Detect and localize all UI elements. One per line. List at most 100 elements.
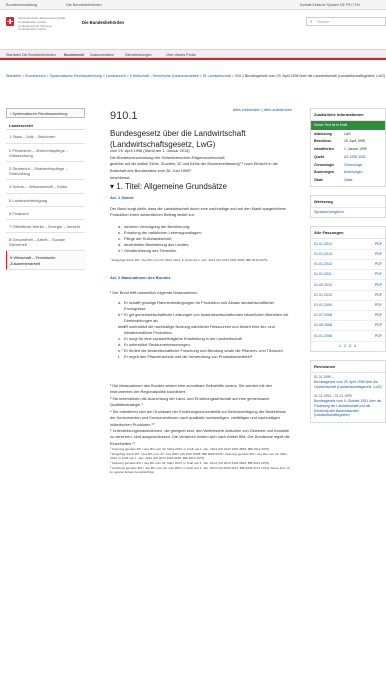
sidebar-item-6[interactable]: 6 Finanzen — [6, 207, 85, 220]
nav-bundesrecht[interactable]: Bundesrecht — [64, 53, 84, 58]
version-date[interactable]: 01.06.2008 — [314, 323, 332, 328]
version-row[interactable]: 01.01.2010 PDF — [311, 291, 385, 301]
info-link[interactable]: Änderungen — [344, 170, 382, 175]
pdf-link[interactable]: PDF — [375, 293, 382, 298]
breadcrumb-item[interactable]: 91 Landwirtschaft — [203, 74, 231, 78]
list-key: f. — [118, 354, 121, 360]
version-date[interactable]: 01.01.2012 — [314, 262, 332, 267]
info-row: Beschluss 29. April 1998 — [311, 138, 385, 146]
law-preamble: vom 29. April 1998 (Stand am 1. Januar 2… — [110, 148, 292, 181]
version-row[interactable]: 01.01.2011 PDF — [311, 270, 385, 281]
version-row[interactable]: 01.01.2008 PDF — [311, 331, 385, 342]
breadcrumb-item[interactable]: Landesrecht — [106, 74, 126, 78]
swiss-flag-logo[interactable] — [6, 17, 14, 26]
nav-ueber-portal[interactable]: Über dieses Portal — [166, 53, 196, 58]
search-placeholder: Search — [317, 20, 330, 25]
pdf-link[interactable]: PDF — [375, 334, 382, 339]
pdf-link[interactable]: PDF — [375, 313, 382, 318]
version-row[interactable]: 01.01.2013 PDF — [311, 250, 385, 260]
status-badge: Dieser Text ist in Kraft. — [311, 121, 385, 130]
law-date: vom 29. April 1998 (Stand am 1. Januar 2… — [110, 148, 190, 153]
sidebar-item-2[interactable]: 2 Privatrecht – Zivilrechtspflege – Voll… — [6, 144, 85, 162]
version-date[interactable]: 01.01.2010 — [314, 293, 332, 298]
nav-dokumentation[interactable]: Dokumentation — [90, 53, 114, 58]
breadcrumb-item[interactable]: Startseite — [6, 74, 21, 78]
nav-bundesbehoerden[interactable]: Die Bundesbehörden — [22, 53, 56, 58]
pdf-link[interactable]: PDF — [375, 242, 382, 247]
version-row[interactable]: 01.01.2014 PDF — [311, 239, 385, 250]
top-utility-bar: Bundesverwaltung Die Bundesbehörden Kont… — [0, 0, 386, 10]
version-row[interactable]: 01.07.2008 PDF — [311, 311, 385, 322]
sidebar-heading: Landesrecht — [6, 121, 85, 131]
breadcrumb-item[interactable]: Bundesrecht — [25, 74, 45, 78]
version-date[interactable]: 01.01.2011 — [314, 272, 332, 277]
info-value: 1. Januar 1999 — [344, 147, 367, 152]
info-key: Beschluss — [314, 139, 331, 144]
pdf-link[interactable]: PDF — [375, 303, 382, 308]
info-link[interactable]: AS 1998 3033 — [344, 155, 382, 160]
version-row[interactable]: 01.01.2009 PDF — [311, 301, 385, 312]
decree-word: beschliesst: — [110, 174, 131, 180]
sidebar-item-8[interactable]: 8 Gesundheit – Arbeit – Soziale Sicherhe… — [6, 233, 85, 252]
back-label: Systematische Rechtssammlung — [12, 112, 68, 116]
pdf-link[interactable]: PDF — [375, 272, 382, 277]
revision-link[interactable]: Bundesgesetz vom 9. Oktober 1951 über di… — [314, 399, 382, 419]
sidebar-item-9[interactable]: 9 Wirtschaft – Technische Zusammenarbeit — [6, 251, 85, 270]
pdf-link[interactable]: PDF — [375, 323, 382, 328]
article-2-paragraph-3: ³ Sie unterstützen die Ausrichtung der L… — [110, 396, 270, 408]
breadcrumb-item[interactable]: Systematische Rechtssammlung — [50, 74, 102, 78]
top-link-bundesverwaltung[interactable]: Bundesverwaltung — [6, 3, 37, 8]
title-1-label: 1. Titel: Allgemeine Grundsätze — [116, 182, 227, 191]
version-date[interactable]: 01.09.2010 — [314, 283, 332, 288]
revision-link[interactable]: Bundesgesetz vom 29. April 1998 über die… — [314, 380, 382, 390]
tools-panel-title: Werkzeug — [311, 196, 385, 209]
list-value: Er regelt den Pflanzenschutz und die Ver… — [124, 354, 254, 360]
info-value: 29. April 1998 — [344, 139, 365, 144]
sidebar-item-3[interactable]: 3 Strafrecht – Strafrechtspflege – Straf… — [6, 162, 85, 181]
revisions-panel: Revisionen 01.01.1999 – Bundesgesetz vom… — [310, 359, 386, 424]
sidebar-item-5[interactable]: 5 Landesverteidigung — [6, 194, 85, 207]
version-date[interactable]: 01.01.2009 — [314, 303, 332, 308]
language-compare-link[interactable]: Sprachenvergleich — [311, 208, 385, 217]
versions-pagination[interactable]: 1 2 3 4 — [311, 342, 385, 351]
article-2-paragraph-4: ⁴ Sie orientieren sich am Grundsatz der … — [110, 409, 286, 427]
version-row[interactable]: 01.06.2008 PDF — [311, 321, 385, 332]
list-key: e.⁴ — [118, 248, 123, 254]
revision-item: 01.01.1999 – Bundesgesetz vom 29. April … — [311, 373, 385, 392]
version-date[interactable]: 01.07.2008 — [314, 313, 332, 318]
language-switcher[interactable]: Kontakt Einfache Sprache DE FR IT EN — [300, 3, 360, 8]
article-2-link[interactable]: Art. 2 Massnahmen des Bundes — [110, 275, 170, 280]
breadcrumb-item[interactable]: 9 Wirtschaft – Technische Zusammenarbeit — [130, 74, 199, 78]
list-value: Er schafft günstige Rahmenbedingungen fü… — [124, 300, 275, 312]
version-row[interactable]: 01.01.2012 PDF — [311, 260, 385, 271]
nav-startseite[interactable]: Startseite — [6, 53, 21, 58]
pdf-link[interactable]: PDF — [375, 252, 382, 257]
version-date[interactable]: 01.01.2014 — [314, 242, 332, 247]
sidebar-item-4[interactable]: 4 Schule – Wissenschaft – Kultur — [6, 180, 85, 194]
info-row: Quelle AS 1998 3033 — [311, 153, 385, 161]
version-date[interactable]: 01.01.2008 — [314, 334, 332, 339]
search-icon: ⌕ — [310, 19, 313, 25]
pdf-link[interactable]: PDF — [375, 283, 382, 288]
back-to-systematic-collection[interactable]: ‹ Systematische Rechtssammlung — [6, 108, 85, 118]
expand-collapse-links[interactable]: alles einblenden | alles ausblenden — [233, 108, 292, 113]
info-row: Zitate Zitate — [311, 177, 385, 186]
version-date[interactable]: 01.01.2013 — [314, 252, 332, 257]
top-link-bundesbehoerden[interactable]: Die Bundesbehörden — [66, 3, 102, 8]
nav-dienstleistungen[interactable]: Dienstleistungen — [125, 53, 152, 58]
footnote: ⁸ Ausdruck gemäss Ziff. I des BG vom 20.… — [110, 465, 290, 475]
info-key: Abkürzung — [314, 131, 332, 136]
info-row: Abkürzung LwG — [311, 130, 385, 138]
revisions-panel-title: Revisionen — [311, 361, 385, 373]
info-link[interactable]: Zitate — [344, 178, 382, 183]
sidebar-item-1[interactable]: 1 Staat – Volk – Behörden — [6, 130, 85, 144]
list-key: bbis.⁶ — [118, 324, 128, 330]
article-1-link[interactable]: Art. 1 Zweck — [110, 195, 134, 200]
info-link[interactable]: Chronologie — [344, 163, 382, 168]
search-input[interactable]: ⌕ Search — [306, 17, 386, 26]
list-value: Gewährleistung des Tierwohls. — [124, 248, 177, 254]
sidebar-item-7[interactable]: 7 Öffentliche Werke – Energie – Verkehr — [6, 220, 85, 234]
version-row[interactable]: 01.09.2010 PDF — [311, 280, 385, 291]
title-1-heading[interactable]: ▾ 1. Titel: Allgemeine Grundsätze — [110, 182, 227, 193]
pdf-link[interactable]: PDF — [375, 262, 382, 267]
